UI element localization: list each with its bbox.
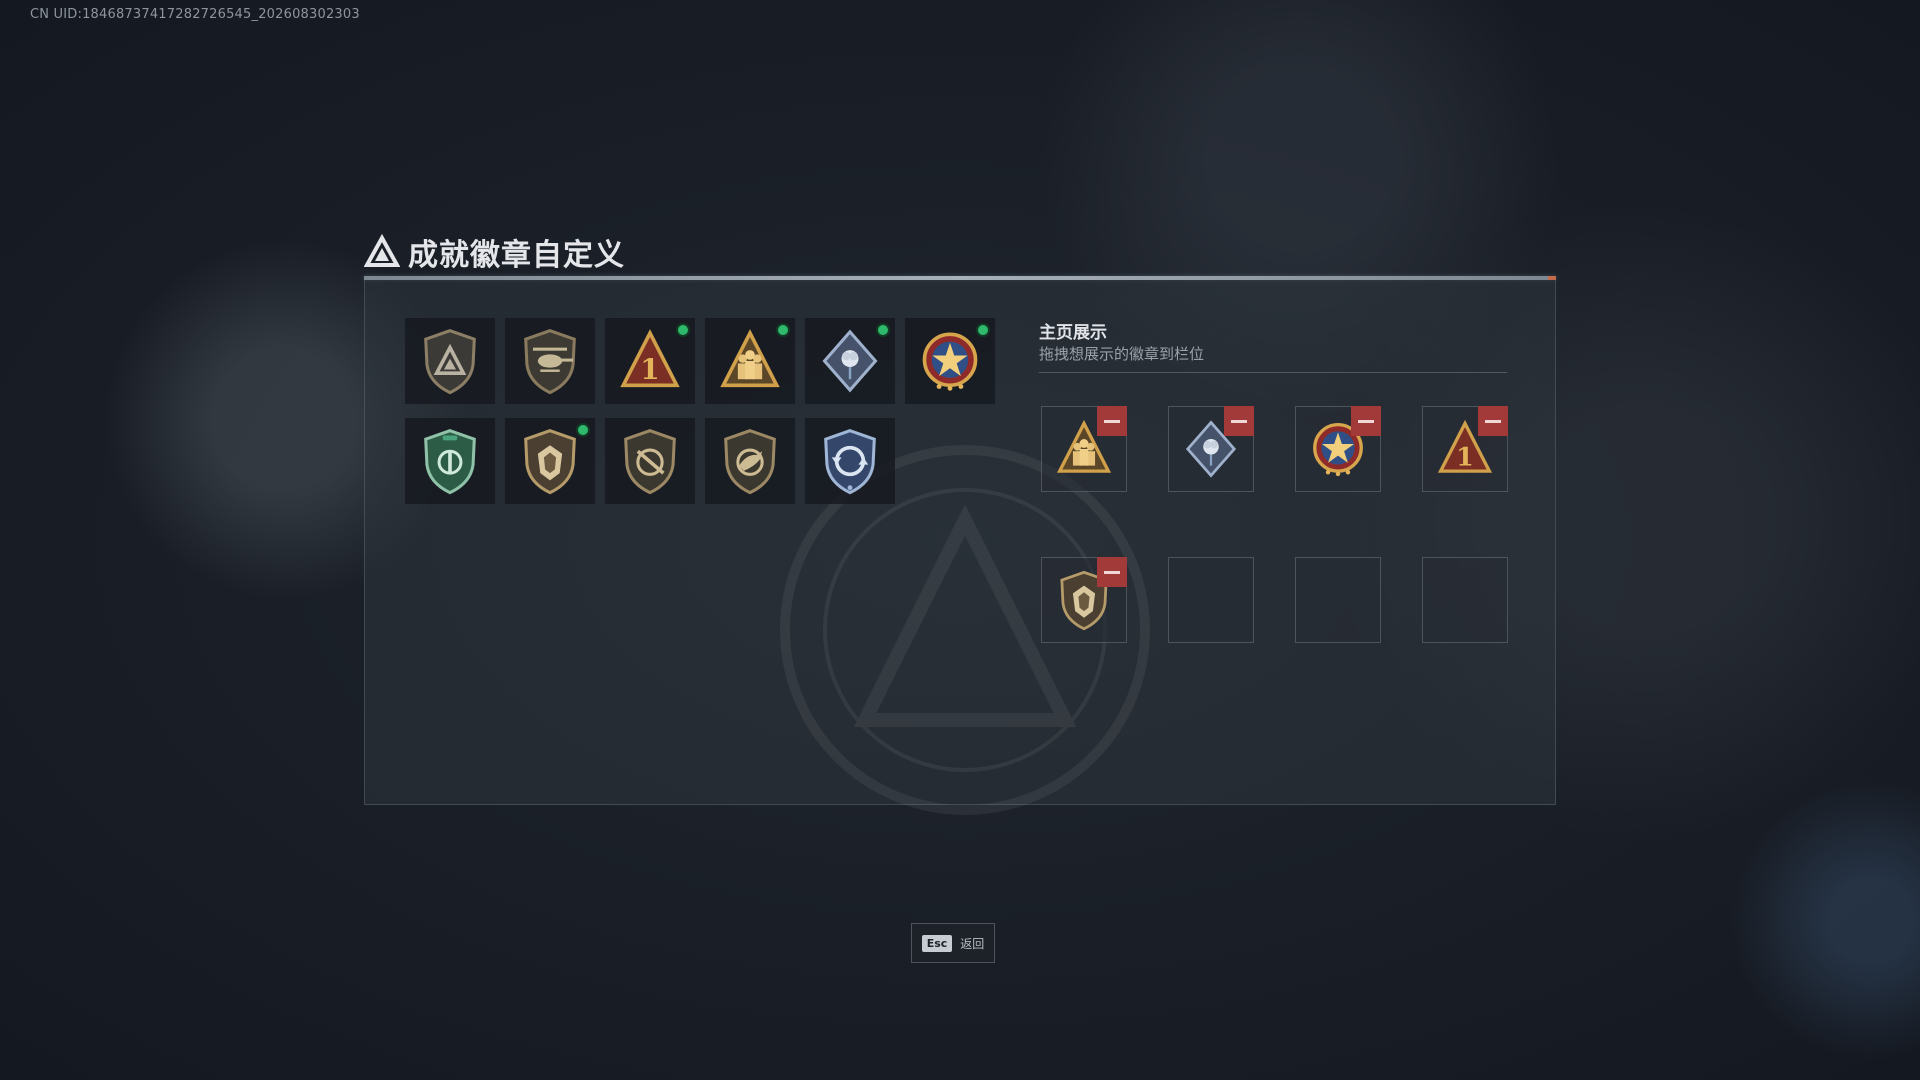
star-wreath-badge-icon bbox=[922, 332, 978, 391]
showcase-slot-filled[interactable] bbox=[1168, 406, 1254, 492]
showcase-slot-filled[interactable] bbox=[1041, 557, 1127, 643]
dino-shield-badge-icon bbox=[724, 429, 776, 495]
owned-badge[interactable] bbox=[805, 318, 895, 404]
showcase-slot-filled[interactable] bbox=[1041, 406, 1127, 492]
rose-diamond-badge-icon bbox=[822, 329, 878, 393]
triangle-shield-badge-icon bbox=[424, 329, 476, 395]
owned-badge[interactable] bbox=[705, 318, 795, 404]
new-indicator-dot bbox=[876, 323, 890, 337]
new-indicator-dot bbox=[676, 323, 690, 337]
uid-label: CN UID:1846873741728272​6545_20260830230… bbox=[30, 7, 360, 22]
owned-badge[interactable] bbox=[505, 418, 595, 504]
owned-badge[interactable] bbox=[605, 418, 695, 504]
remove-badge-button[interactable] bbox=[1097, 406, 1127, 436]
new-indicator-dot bbox=[576, 423, 590, 437]
owned-badge[interactable] bbox=[905, 318, 995, 404]
owned-badge[interactable] bbox=[805, 418, 895, 504]
minus-icon bbox=[1485, 419, 1501, 423]
minus-icon bbox=[1104, 419, 1120, 423]
showcase-subtitle: 拖拽想展示的徽章到栏位 bbox=[1039, 345, 1205, 363]
remove-badge-button[interactable] bbox=[1097, 557, 1127, 587]
back-label: 返回 bbox=[960, 936, 985, 951]
lion-shield-badge-icon bbox=[524, 429, 576, 495]
minus-icon bbox=[1358, 419, 1374, 423]
showcase-divider bbox=[1039, 372, 1507, 373]
green-shield-badge-icon bbox=[424, 429, 476, 495]
showcase-title: 主页展示 bbox=[1039, 323, 1107, 343]
new-indicator-dot bbox=[976, 323, 990, 337]
remove-badge-button[interactable] bbox=[1478, 406, 1508, 436]
esc-key-hint: Esc bbox=[921, 934, 953, 952]
new-indicator-dot bbox=[776, 323, 790, 337]
number-one-triangle-badge-icon: 1 bbox=[620, 329, 680, 388]
showcase-slot-empty[interactable] bbox=[1295, 557, 1381, 643]
page-title: 成就徽章自定义 bbox=[408, 238, 625, 273]
owned-badge[interactable] bbox=[405, 418, 495, 504]
owned-badge[interactable] bbox=[505, 318, 595, 404]
soldiers-triangle-badge-icon bbox=[720, 329, 780, 388]
minus-icon bbox=[1104, 570, 1120, 574]
owned-badge[interactable] bbox=[705, 418, 795, 504]
svg-text:1: 1 bbox=[1456, 443, 1474, 473]
owned-badge[interactable] bbox=[405, 318, 495, 404]
minus-icon bbox=[1231, 419, 1247, 423]
back-button[interactable]: Esc 返回 bbox=[911, 923, 995, 963]
remove-badge-button[interactable] bbox=[1351, 406, 1381, 436]
showcase-slot-filled[interactable] bbox=[1295, 406, 1381, 492]
badge-customize-panel: 1 主页展示 拖拽想展示的徽章到栏位 1 bbox=[364, 280, 1556, 815]
helicopter-badge-icon bbox=[524, 329, 576, 395]
remove-badge-button[interactable] bbox=[1224, 406, 1254, 436]
svg-text:1: 1 bbox=[640, 353, 659, 386]
triangle-logo-icon bbox=[364, 234, 400, 267]
page-header: 成就徽章自定义 bbox=[364, 230, 625, 274]
owned-badge[interactable]: 1 bbox=[605, 318, 695, 404]
cycle-shield-badge-icon bbox=[824, 429, 876, 495]
rifle-shield-badge-icon bbox=[624, 429, 676, 495]
showcase-slot-empty[interactable] bbox=[1422, 557, 1508, 643]
showcase-slot-filled[interactable]: 1 bbox=[1422, 406, 1508, 492]
showcase-slot-empty[interactable] bbox=[1168, 557, 1254, 643]
